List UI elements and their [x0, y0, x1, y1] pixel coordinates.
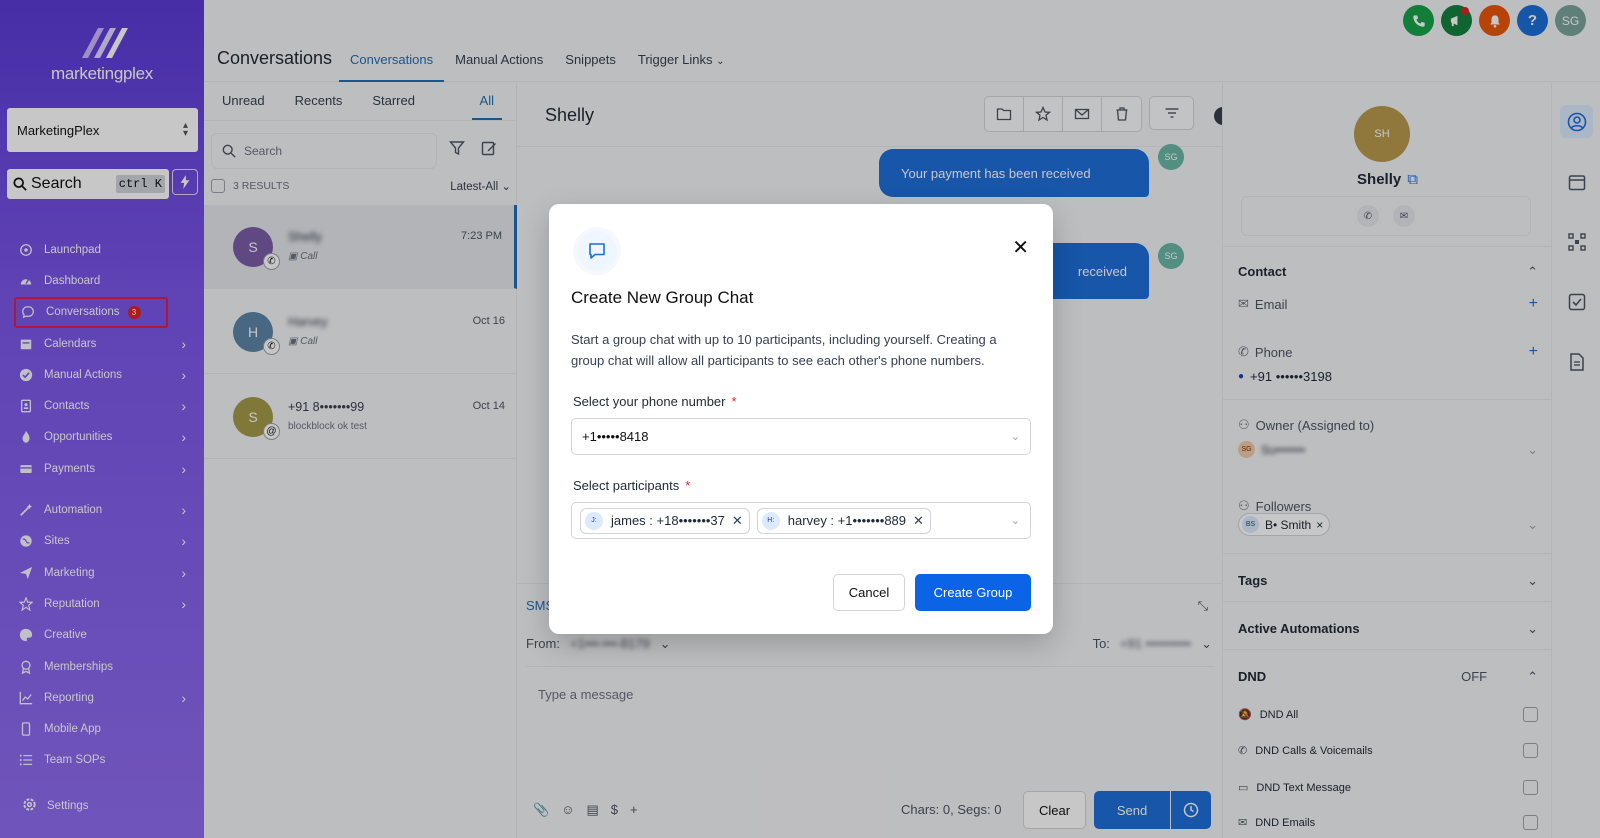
participant-label: harvey : +1•••••••889 [787, 513, 907, 528]
participant-avatar: H: [761, 511, 780, 530]
close-dialog-button[interactable]: ✕ [1012, 238, 1029, 258]
dialog-description: Start a group chat with up to 10 partici… [571, 332, 997, 368]
required-mark: * [685, 478, 691, 493]
phone-number-label: Select your phone number * [573, 394, 737, 409]
remove-participant-icon[interactable]: ✕ [732, 513, 743, 529]
phone-number-label-text: Select your phone number [573, 394, 726, 409]
participant-label: james : +18•••••••37 [611, 513, 725, 528]
selected-phone-number: +1•••••8418 [582, 429, 649, 444]
close-icon: ✕ [1012, 237, 1029, 259]
participant-chip: H: harvey : +1•••••••889 ✕ [756, 507, 931, 534]
chevron-down-icon: ⌄ [1010, 515, 1020, 527]
dialog-title: Create New Group Chat [571, 288, 754, 307]
participants-label-text: Select participants [573, 478, 680, 493]
required-mark: * [731, 394, 737, 409]
chat-bubble-icon [573, 227, 621, 275]
participant-chip: J: james : +18•••••••37 ✕ [580, 507, 750, 534]
phone-number-select[interactable]: +1•••••8418 ⌄ [571, 418, 1031, 455]
create-group-button[interactable]: Create Group [915, 574, 1031, 611]
participants-label: Select participants * [573, 478, 690, 493]
participant-avatar: J: [585, 511, 603, 530]
chevron-down-icon: ⌄ [1010, 431, 1020, 443]
participants-select[interactable]: J: james : +18•••••••37 ✕ H: harvey : +1… [571, 502, 1031, 539]
create-group-chat-dialog: ✕ Create New Group Chat Start a group ch… [549, 204, 1053, 634]
cancel-button[interactable]: Cancel [833, 574, 905, 611]
remove-participant-icon[interactable]: ✕ [913, 513, 924, 529]
